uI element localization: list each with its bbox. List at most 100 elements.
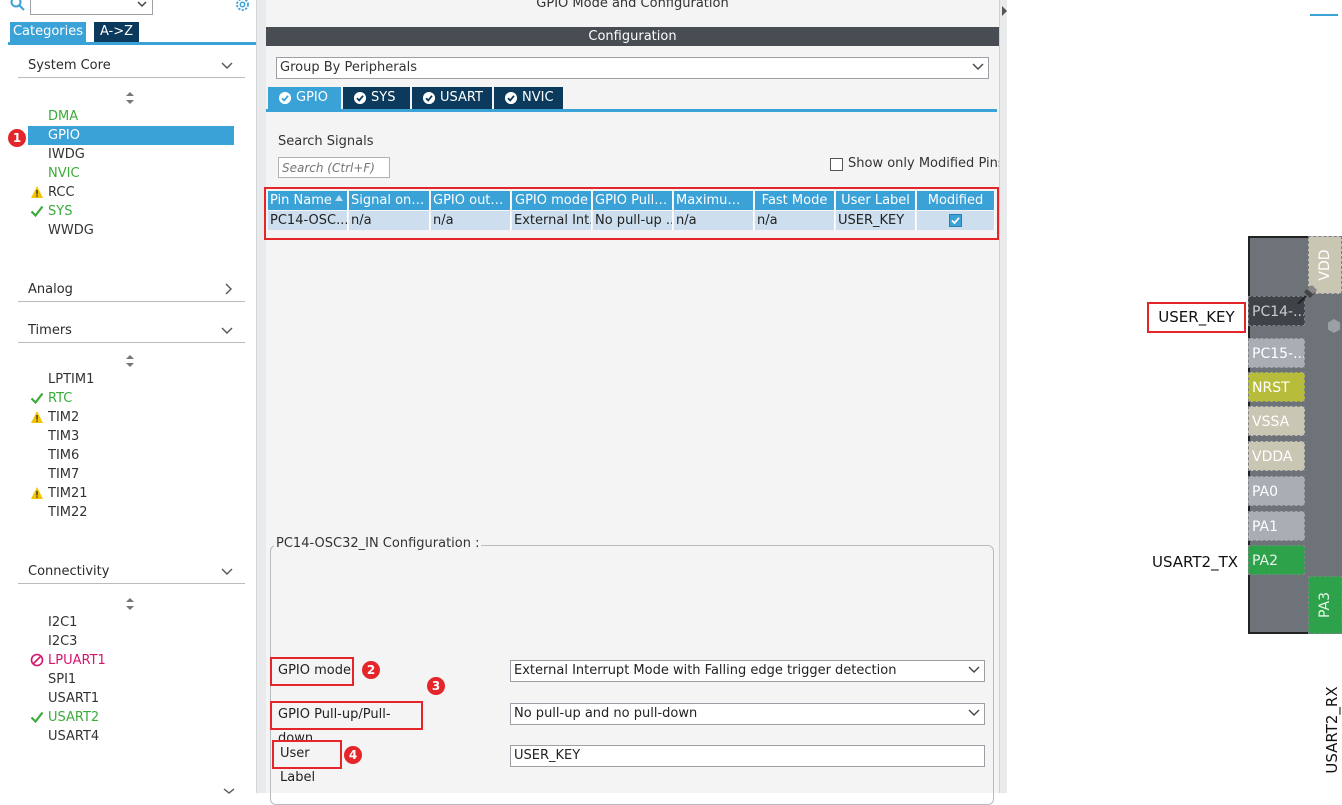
annotation-badge-4: 4 [344, 746, 362, 764]
pin-pa1[interactable]: PA1 [1248, 511, 1305, 541]
section-timers[interactable]: Timers [18, 317, 245, 343]
gear-icon[interactable] [234, 0, 251, 13]
gpio-mode-select[interactable]: External Interrupt Mode with Falling edg… [510, 660, 985, 682]
gpio-pull-select[interactable]: No pull-up and no pull-down [510, 703, 985, 725]
sidebar-item-tim3[interactable]: TIM3 [48, 427, 79, 446]
panel-splitter-left[interactable] [256, 0, 266, 793]
warning-icon [31, 487, 43, 499]
pin-pa3[interactable]: PA3 [1308, 576, 1342, 634]
panel-title: GPIO Mode and Configuration [536, 0, 729, 11]
pin1-marker-icon [1328, 319, 1340, 333]
sidebar-item-wwdg[interactable]: WWDG [48, 221, 94, 240]
section-system-core[interactable]: System Core [18, 52, 245, 78]
tab-categories[interactable]: Categories [10, 22, 86, 42]
check-icon [30, 711, 44, 724]
pin-vdda[interactable]: VDDA [1248, 441, 1305, 471]
annotation-badge-2: 2 [362, 661, 380, 679]
disabled-icon [30, 653, 44, 667]
pin-configuration-title: PC14-OSC32_IN Configuration : [274, 536, 482, 551]
configuration-header: Configuration [266, 27, 999, 46]
sidebar-item-nvic[interactable]: NVIC [48, 164, 80, 183]
warning-icon [31, 186, 43, 198]
show-modified-checkbox[interactable] [830, 158, 843, 171]
tab-gpio[interactable]: GPIO [268, 87, 341, 109]
user-label-label: User Label [272, 740, 342, 785]
sidebar-item-usart1[interactable]: USART1 [48, 689, 99, 708]
search-signals-input[interactable] [278, 157, 390, 178]
search-signals-label: Search Signals [278, 134, 374, 149]
pin-nrst[interactable]: NRST [1248, 372, 1305, 402]
sidebar-item-tim21[interactable]: TIM21 [48, 484, 88, 503]
scroll-arrows-icon[interactable] [125, 91, 135, 105]
scroll-arrows-icon[interactable] [125, 597, 135, 611]
chevron-down-icon [221, 327, 233, 334]
show-modified-label: Show only Modified Pins [848, 156, 1005, 171]
group-by-value: Group By Peripherals [280, 60, 417, 75]
annotation-badge-1: 1 [8, 129, 26, 147]
sidebar-item-usart2[interactable]: USART2 [48, 708, 99, 727]
pin-user-label-user-key[interactable]: USER_KEY [1147, 302, 1246, 333]
sidebar-item-lpuart1[interactable]: LPUART1 [48, 651, 106, 670]
sidebar-item-spi1[interactable]: SPI1 [48, 670, 76, 689]
panel-splitter-right[interactable] [999, 0, 1007, 793]
pin-label: PA3 [1317, 591, 1333, 619]
view-tab-indicator [1310, 14, 1338, 16]
pin-pc15[interactable]: PC15-... [1248, 338, 1305, 368]
sidebar-item-rcc[interactable]: RCC [48, 183, 75, 202]
tab-label: USART [440, 90, 483, 105]
sidebar-item-gpio[interactable]: GPIO [48, 126, 80, 145]
sidebar-item-tim2[interactable]: TIM2 [48, 408, 79, 427]
pin-vssa[interactable]: VSSA [1248, 406, 1305, 436]
pin-pa0[interactable]: PA0 [1248, 476, 1305, 506]
sidebar-item-rtc[interactable]: RTC [48, 389, 72, 408]
sidebar-item-lptim1[interactable]: LPTIM1 [48, 370, 94, 389]
sidebar-item-iwdg[interactable]: IWDG [48, 145, 85, 164]
check-icon [30, 392, 44, 405]
sidebar-item-tim7[interactable]: TIM7 [48, 465, 79, 484]
sidebar-item-tim22[interactable]: TIM22 [48, 503, 88, 522]
tab-a-z[interactable]: A->Z [94, 22, 139, 42]
section-analog[interactable]: Analog [18, 276, 245, 302]
annotation-badge-3: 3 [427, 677, 445, 695]
section-connectivity[interactable]: Connectivity [18, 558, 245, 584]
chevron-right-icon [225, 283, 232, 295]
chevron-down-icon [221, 568, 233, 575]
check-circle-icon [423, 92, 435, 104]
tab-label: GPIO [296, 90, 328, 105]
tab-underline [266, 109, 997, 112]
search-icon[interactable] [10, 0, 26, 12]
sidebar-item-dma[interactable]: DMA [48, 107, 78, 126]
gpio-pull-label: GPIO Pull-up/Pull-down [270, 701, 423, 746]
tab-usart[interactable]: USART [412, 87, 492, 109]
warning-icon [31, 411, 43, 423]
tab-label: NVIC [522, 90, 554, 105]
section-title: Timers [28, 323, 72, 338]
sidebar-item-usart4[interactable]: USART4 [48, 727, 99, 746]
chevron-down-icon [221, 62, 233, 69]
chevron-down-icon [968, 666, 980, 673]
sidebar-item-tim6[interactable]: TIM6 [48, 446, 79, 465]
tab-label: SYS [371, 90, 396, 105]
category-filter-select[interactable] [30, 0, 153, 15]
user-label-input[interactable]: USER_KEY [510, 745, 985, 767]
section-title: System Core [28, 58, 111, 73]
tab-nvic[interactable]: NVIC [494, 87, 563, 109]
chevron-down-icon [137, 1, 147, 8]
section-title: Analog [28, 282, 73, 297]
section-title: Connectivity [28, 564, 110, 579]
chevron-down-icon [223, 788, 235, 794]
group-by-select[interactable]: Group By Peripherals [276, 57, 989, 79]
pin-signal-label-usart2-tx: USART2_TX [1152, 553, 1239, 571]
gpio-pull-value: No pull-up and no pull-down [514, 706, 698, 721]
highlight-box-table-row [264, 187, 999, 240]
pin-pa2[interactable]: PA2 [1248, 545, 1305, 575]
sidebar-item-i2c3[interactable]: I2C3 [48, 632, 77, 651]
scroll-arrows-icon[interactable] [125, 354, 135, 368]
sidebar-item-i2c1[interactable]: I2C1 [48, 613, 77, 632]
gpio-mode-label: GPIO mode [270, 657, 354, 686]
tab-sys[interactable]: SYS [343, 87, 410, 109]
pushpin-icon[interactable] [1294, 282, 1320, 308]
check-circle-icon [505, 92, 517, 104]
sidebar-item-sys[interactable]: SYS [48, 202, 72, 221]
pin-signal-label-usart2-rx: USART2_RX [1320, 686, 1342, 773]
